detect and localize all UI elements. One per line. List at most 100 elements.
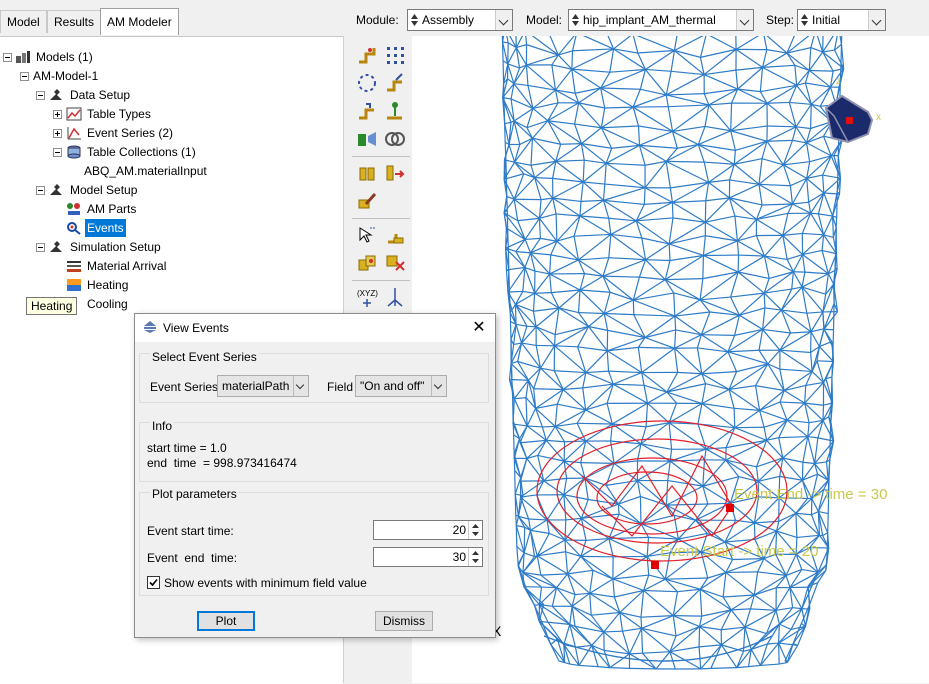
show-min-events-checkbox[interactable]: [147, 576, 160, 589]
mesh-edge: [555, 308, 559, 335]
group-title: Select Event Series: [150, 350, 259, 364]
mesh-edge: [674, 36, 677, 50]
tree-material-arrival[interactable]: Material Arrival: [87, 257, 166, 275]
mesh-edge: [704, 94, 709, 105]
edit-constraint-icon[interactable]: [356, 190, 378, 212]
mesh-edge: [526, 398, 527, 426]
mesh-edge: [765, 235, 783, 256]
plot-button[interactable]: Plot: [197, 611, 255, 631]
field-label: Field: [327, 380, 353, 394]
translate-instance-icon[interactable]: [384, 72, 406, 94]
mesh-edge: [509, 364, 511, 380]
partition-icon[interactable]: [384, 252, 406, 274]
tab-results[interactable]: Results: [47, 10, 101, 33]
constraint-face-icon[interactable]: [384, 162, 406, 184]
create-instance-icon[interactable]: [356, 44, 378, 66]
mesh-edge: [510, 322, 511, 340]
linear-pattern-icon[interactable]: [384, 44, 406, 66]
tree-material-input[interactable]: ABQ_AM.materialInput: [84, 162, 207, 180]
mesh-edge: [763, 53, 787, 67]
spin-arrows-icon[interactable]: [468, 521, 482, 539]
collapse-table-collections-toggle[interactable]: [53, 148, 62, 157]
mesh-edge: [539, 588, 556, 605]
event-series-value: materialPath: [222, 379, 289, 393]
tree-events[interactable]: Events: [85, 219, 126, 237]
mesh-edge: [706, 384, 729, 390]
simulation-setup-icon: [48, 240, 64, 254]
mesh-edge: [809, 48, 811, 71]
tree-cooling[interactable]: Cooling: [87, 295, 128, 313]
expand-table-types-toggle[interactable]: [53, 110, 62, 119]
mesh-edge: [805, 385, 806, 403]
mesh-edge: [566, 552, 568, 574]
translate-to-icon[interactable]: [384, 100, 406, 122]
tree-data-setup[interactable]: Data Setup: [70, 86, 130, 104]
mesh-edge: [534, 389, 564, 390]
mesh-edge: [665, 279, 703, 280]
field-select[interactable]: "On and off": [355, 375, 447, 397]
step-select[interactable]: Initial: [797, 9, 886, 31]
query-icon[interactable]: [356, 224, 378, 246]
mesh-edge: [606, 163, 645, 187]
radial-pattern-icon[interactable]: [356, 72, 378, 94]
module-select[interactable]: Assembly: [407, 9, 513, 31]
collapse-simulation-setup-toggle[interactable]: [36, 243, 45, 252]
mesh-edge: [641, 590, 644, 617]
xyz-coordinate-icon[interactable]: (XYZ): [356, 286, 378, 308]
expand-event-series-toggle[interactable]: [53, 129, 62, 138]
event-end-spinbox[interactable]: 30: [373, 547, 483, 567]
event-start-spinbox[interactable]: 20: [373, 520, 483, 540]
mesh-edge: [606, 163, 645, 165]
datum-csys-icon[interactable]: [356, 252, 378, 274]
mesh-edge: [609, 539, 613, 557]
mesh-edge: [763, 329, 791, 333]
mesh-edge: [573, 36, 577, 51]
tree-table-collections[interactable]: Table Collections (1): [87, 143, 196, 161]
constraint-parallel-icon[interactable]: [356, 162, 378, 184]
rotate-instance-icon[interactable]: [356, 100, 378, 122]
mesh-edge: [735, 216, 737, 241]
mesh-edge: [639, 145, 677, 148]
collapse-model-setup-toggle[interactable]: [36, 186, 45, 195]
tree-event-series[interactable]: Event Series (2): [87, 124, 173, 142]
mesh-edge: [539, 218, 556, 241]
mesh-edge: [734, 408, 735, 427]
mesh-edge: [527, 426, 546, 440]
tree-am-parts[interactable]: AM Parts: [87, 200, 136, 218]
mesh-edge: [515, 470, 516, 494]
mesh-edge: [527, 408, 536, 426]
mesh-edge: [533, 108, 548, 120]
mesh-edge: [525, 268, 535, 294]
dismiss-button[interactable]: Dismiss: [375, 611, 433, 631]
mesh-edge: [757, 219, 783, 235]
tab-model[interactable]: Model: [0, 10, 47, 33]
mesh-edge: [667, 384, 706, 392]
event-series-select[interactable]: materialPath: [217, 375, 309, 397]
tree-model-setup[interactable]: Model Setup: [70, 181, 137, 199]
tree-table-types[interactable]: Table Types: [87, 105, 151, 123]
mesh-edge: [757, 213, 788, 219]
close-icon[interactable]: ✕: [468, 317, 490, 339]
tree-am-model-1[interactable]: AM-Model-1: [33, 67, 98, 85]
collapse-am-model-toggle[interactable]: [20, 72, 29, 81]
tree-models[interactable]: Models (1): [36, 48, 93, 66]
spin-arrows-icon[interactable]: [468, 548, 482, 566]
mesh-edge: [638, 347, 641, 372]
mesh-edge: [646, 244, 670, 260]
mesh-edge: [603, 276, 633, 300]
tree-heating[interactable]: Heating: [87, 276, 128, 294]
model-select[interactable]: hip_implant_AM_thermal: [568, 9, 754, 31]
mesh-edge: [704, 449, 706, 460]
datum-plane-icon[interactable]: [384, 224, 406, 246]
mesh-edge: [728, 350, 759, 352]
collapse-data-setup-toggle[interactable]: [36, 91, 45, 100]
mesh-edge: [551, 290, 580, 293]
mesh-edge: [634, 315, 675, 316]
tab-am-modeler[interactable]: AM Modeler: [100, 8, 179, 35]
boolean-icon[interactable]: [384, 128, 406, 150]
merge-cut-icon[interactable]: [356, 128, 378, 150]
datum-axis-icon[interactable]: [384, 286, 406, 308]
tree-simulation-setup[interactable]: Simulation Setup: [70, 238, 161, 256]
collapse-models-toggle[interactable]: [3, 53, 12, 62]
spin-arrows-icon: [800, 12, 809, 28]
